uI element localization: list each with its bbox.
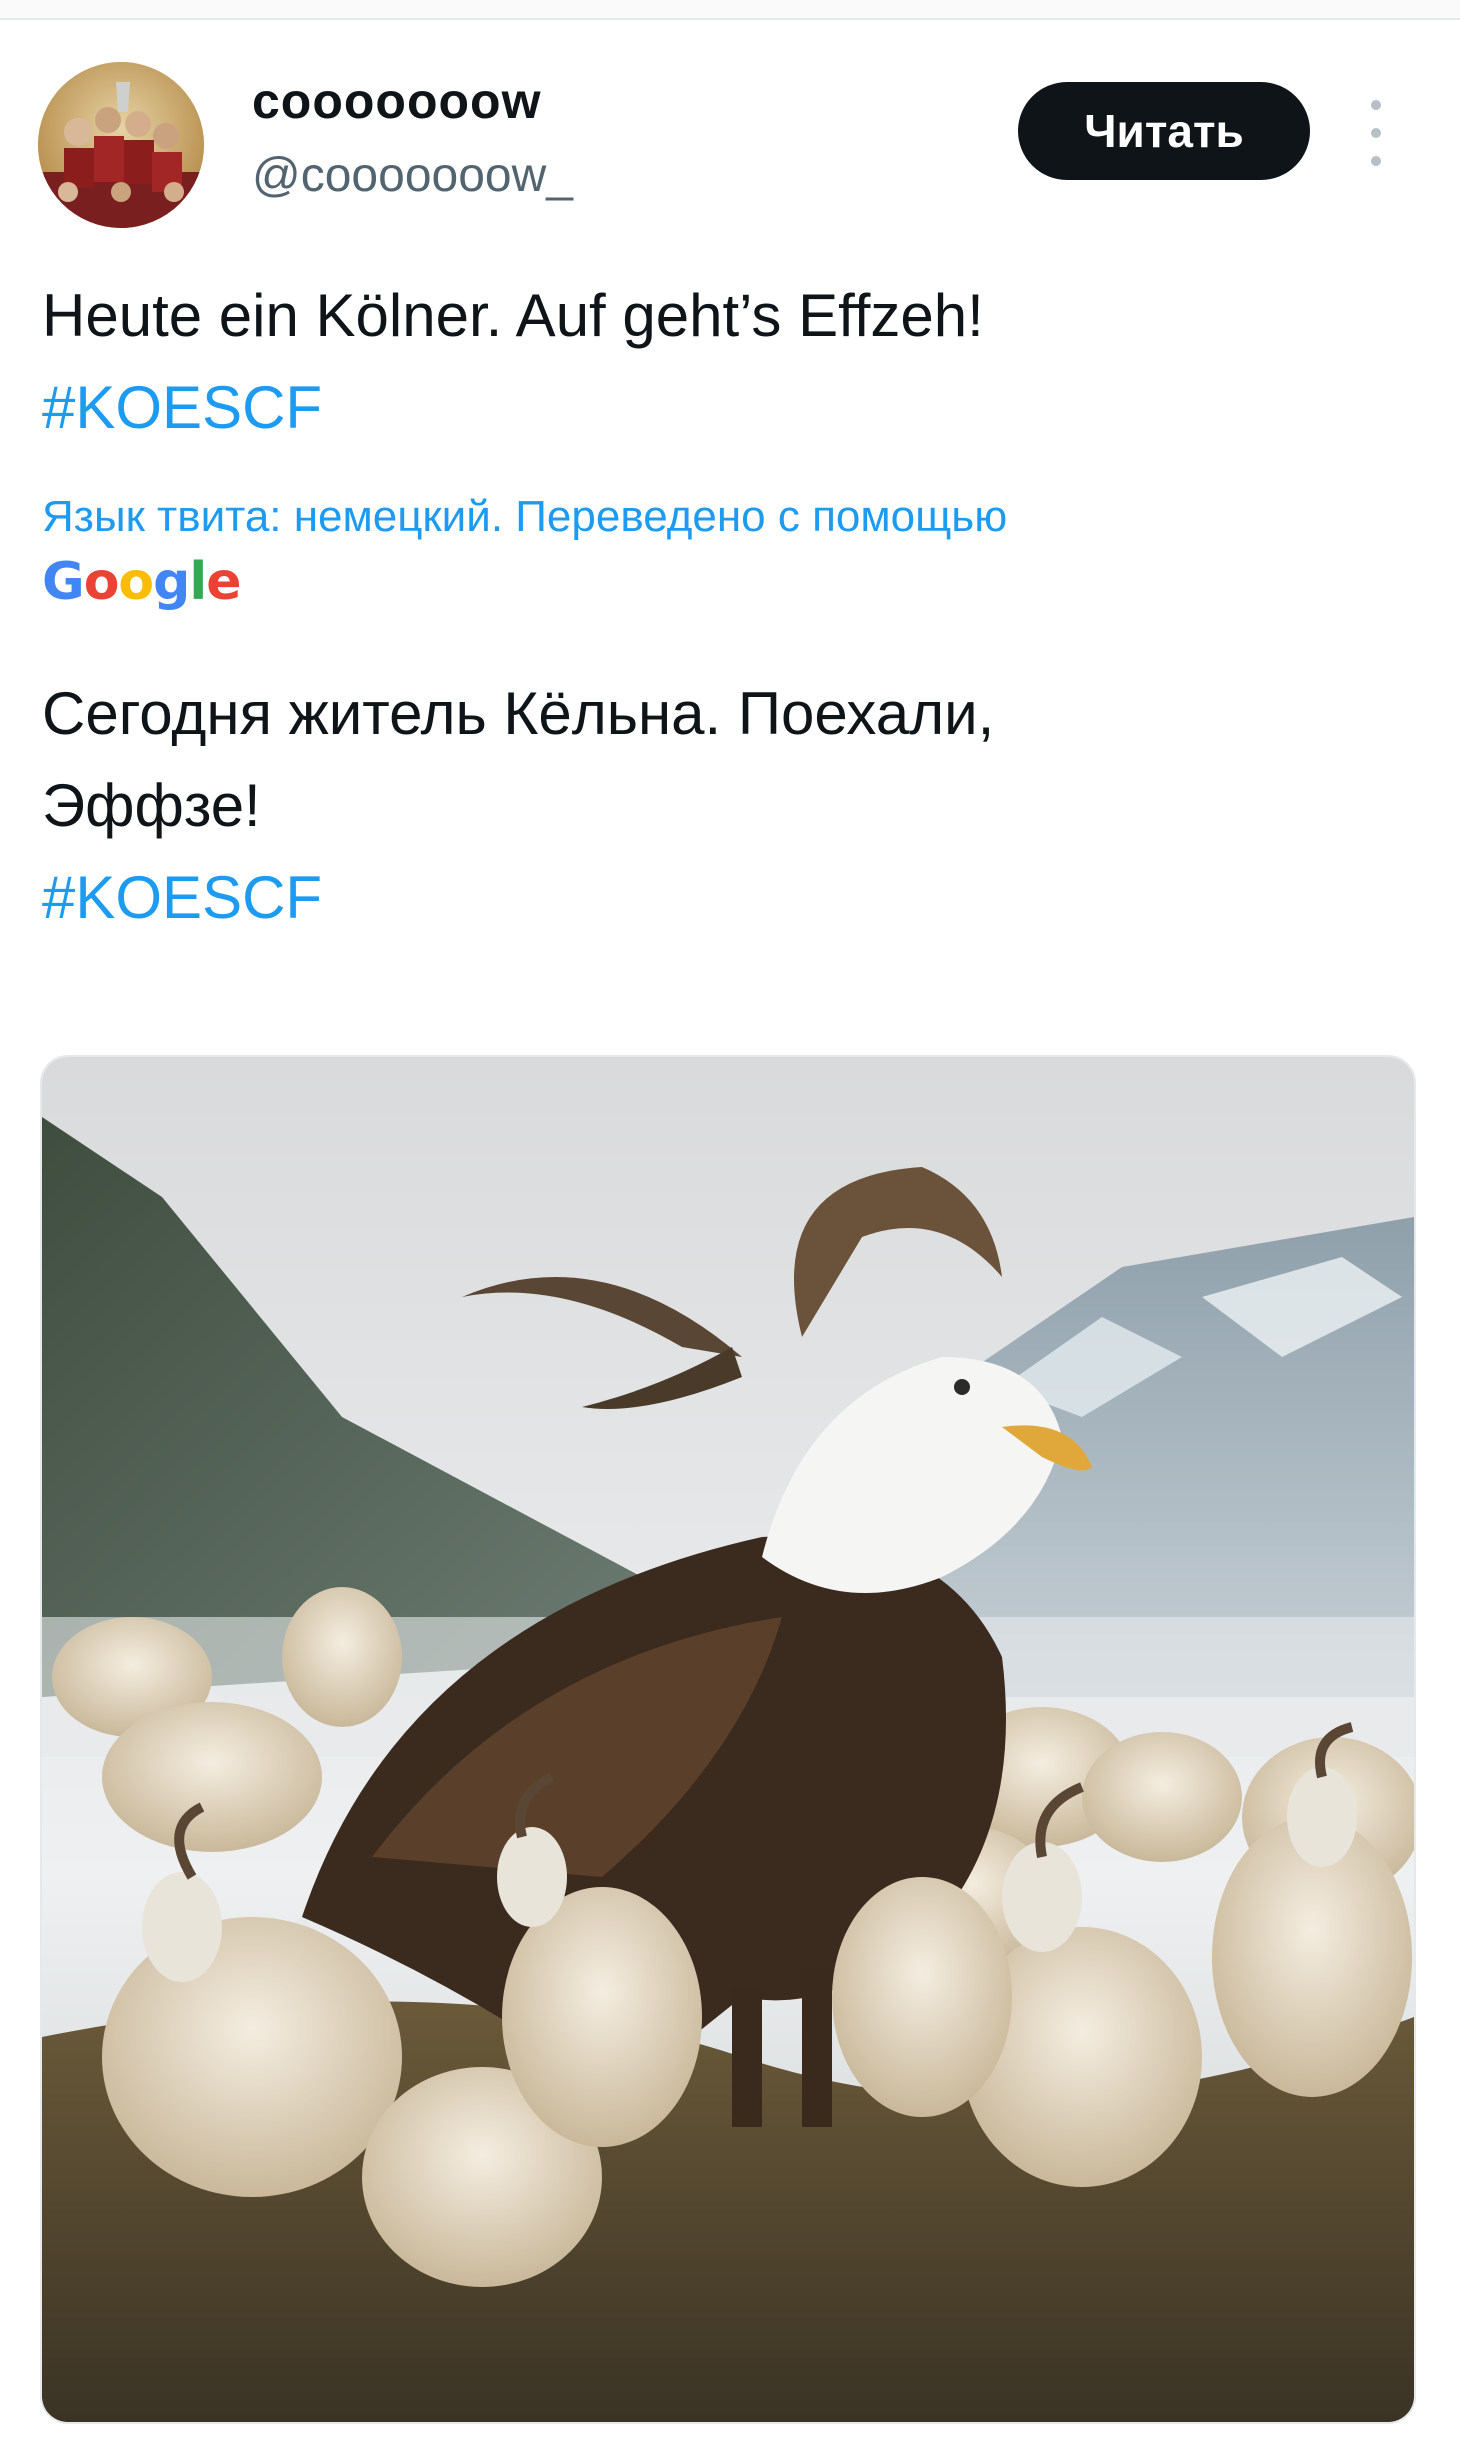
translated-line-2: Эффзе! [42,772,261,839]
translation-note[interactable]: Язык твита: немецкий. Переведено с помощ… [42,492,1422,542]
hashtag-link[interactable]: #KOESCF [42,362,1402,454]
top-divider [0,0,1460,20]
display-name[interactable]: cooooooow [252,72,542,130]
original-text: Heute ein Kölner. Auf geht’s Effzeh! [42,282,984,349]
more-dot [1371,128,1381,138]
tweet-media-image[interactable] [40,1055,1416,2424]
avatar[interactable] [38,62,204,228]
more-options-icon[interactable] [1352,100,1400,166]
follow-button[interactable]: Читать [1018,82,1310,180]
hashtag-link[interactable]: #KOESCF [42,852,1402,944]
translated-line-1: Сегодня житель Кёльна. Поехали, [42,680,995,747]
tweet-original-text: Heute ein Kölner. Auf geht’s Effzeh! #KO… [42,270,1402,454]
tweet-translated-text: Сегодня житель Кёльна. Поехали, Эффзе! #… [42,668,1402,944]
more-dot [1371,156,1381,166]
more-dot [1371,100,1381,110]
eagle-goat-photo-icon [42,1057,1414,2422]
user-handle[interactable]: @cooooooow_ [252,148,573,203]
google-logo: Google [42,552,242,612]
